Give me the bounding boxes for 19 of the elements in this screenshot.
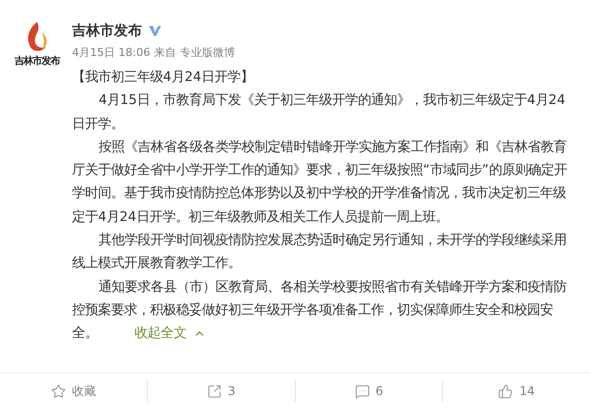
favorite-button[interactable]: 收藏 — [0, 380, 147, 402]
post-paragraph: 按照《吉林省各级各类学校制定错时错峰开学实施方案工作指南》和《吉林省教育厅关于做好全省中小学开学工作的通知》要求，初三年级按照“市域同步”的原则确定开学时间。基于我市疫情防控总体形势以及初中学校的开学准备情况，我市决定初三年级定于4月24日开学。初三年级教师及相关工作人员提前一周上班。 — [72, 138, 568, 227]
post-paragraph: 4月15日，市教育局下发《关于初三年级开学的通知》，我市初三年级定于4月24日开学。 — [72, 92, 566, 134]
post-paragraph: 其他学段开学时间视疫情防控发展态势适时确定另行通知，未开学的学段继续采用线上模式开展教育教学工作。 — [72, 232, 568, 274]
repost-button[interactable]: 3 — [146, 380, 294, 402]
comment-button[interactable]: 6 — [294, 380, 442, 402]
post-paragraph: 通知要求各县（市）区教育局、各相关学校要按照省市有关错峰开学方案和疫情防控预案要求，积极稳妥做好初三年级开学各项准备工作，切实保障师生安全和校园安全。 收起全文 — [72, 276, 572, 346]
post-date[interactable]: 4月15日 18:06 — [72, 45, 150, 60]
account-name[interactable]: 吉林市发布 — [72, 22, 142, 40]
source-prefix: 来自 — [154, 45, 176, 60]
post-source[interactable]: 专业版微博 — [180, 45, 236, 60]
like-button[interactable]: 14 — [442, 380, 590, 402]
post-headline: 【我市初三年级4月24日开学】 — [72, 68, 254, 87]
collapse-link[interactable]: 收起全文 — [108, 322, 206, 346]
logo-text: 吉林市发布 — [14, 54, 60, 68]
thumbs-up-icon — [498, 384, 514, 398]
share-icon — [206, 384, 222, 398]
comment-icon — [354, 384, 370, 398]
star-icon — [50, 384, 66, 398]
